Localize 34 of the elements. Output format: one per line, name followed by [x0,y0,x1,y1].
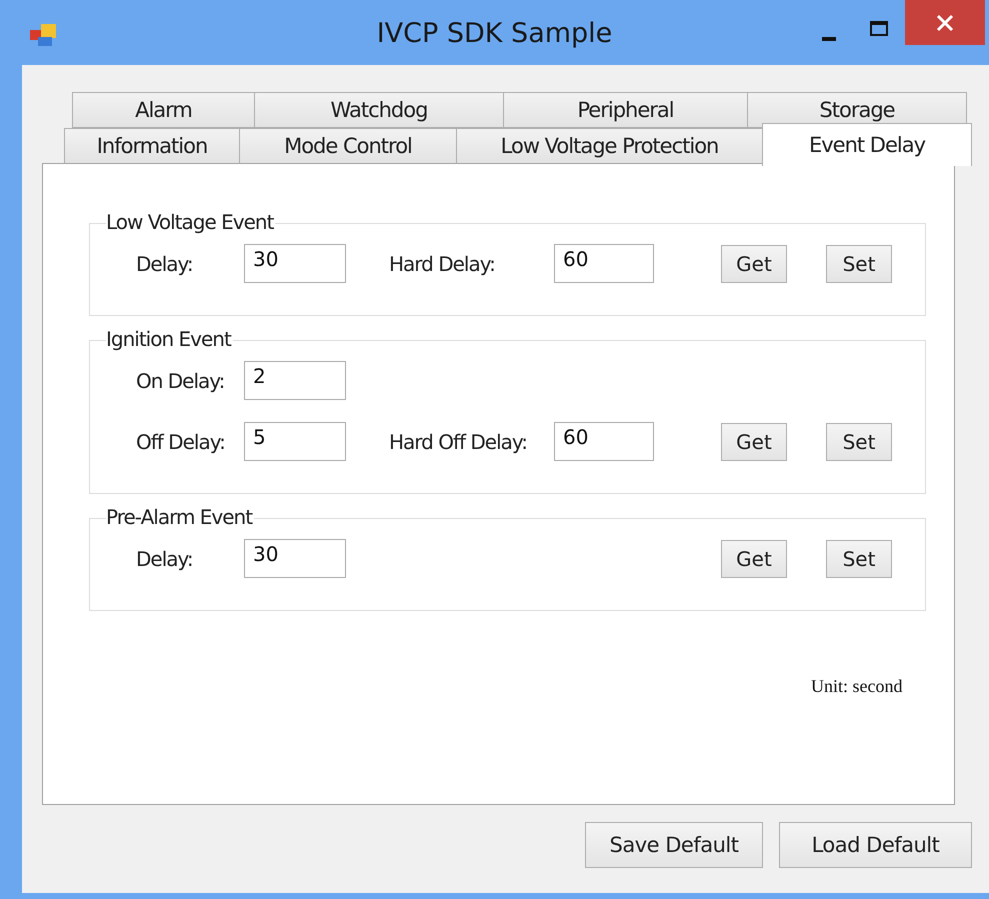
field-label: Hard Delay: [389,252,496,276]
tab[interactable]: Information [64,128,240,164]
get-button[interactable]: Get [721,540,787,578]
save-default-button[interactable]: Save Default [585,822,763,868]
app-icon [30,24,56,46]
get-button[interactable]: Get [721,244,787,282]
input-field[interactable]: 5 [244,422,346,461]
input-field[interactable]: 30 [244,539,346,578]
tab[interactable]: Mode Control [239,128,457,164]
close-button[interactable] [905,0,985,45]
tab[interactable]: Low Voltage Protection [456,128,763,164]
input-field[interactable]: 60 [554,422,654,461]
input-field[interactable]: 2 [244,361,346,400]
field-label: Delay: [136,252,194,276]
window-title: IVCP SDK Sample [376,18,612,49]
get-button[interactable]: Get [721,422,787,460]
input-field[interactable]: 60 [554,244,654,283]
set-button[interactable]: Set [826,244,892,282]
set-button[interactable]: Set [826,540,892,578]
field-label: Delay: [136,546,194,570]
tab[interactable]: Watchdog [254,92,504,128]
load-default-button[interactable]: Load Default [779,822,972,868]
tab[interactable]: Event Delay [762,123,972,166]
close-icon [936,14,954,32]
field-label: Hard Off Delay: [389,430,528,454]
field-label: On Delay: [136,368,226,392]
tab[interactable]: Peripheral [503,92,748,128]
unit-note: Unit: second [811,676,902,697]
field-label: Off Delay: [136,430,226,454]
input-field[interactable]: 30 [244,244,346,283]
tab[interactable]: Alarm [72,92,255,128]
maximize-icon [870,20,888,36]
set-button[interactable]: Set [826,422,892,460]
minimize-icon [822,37,836,41]
